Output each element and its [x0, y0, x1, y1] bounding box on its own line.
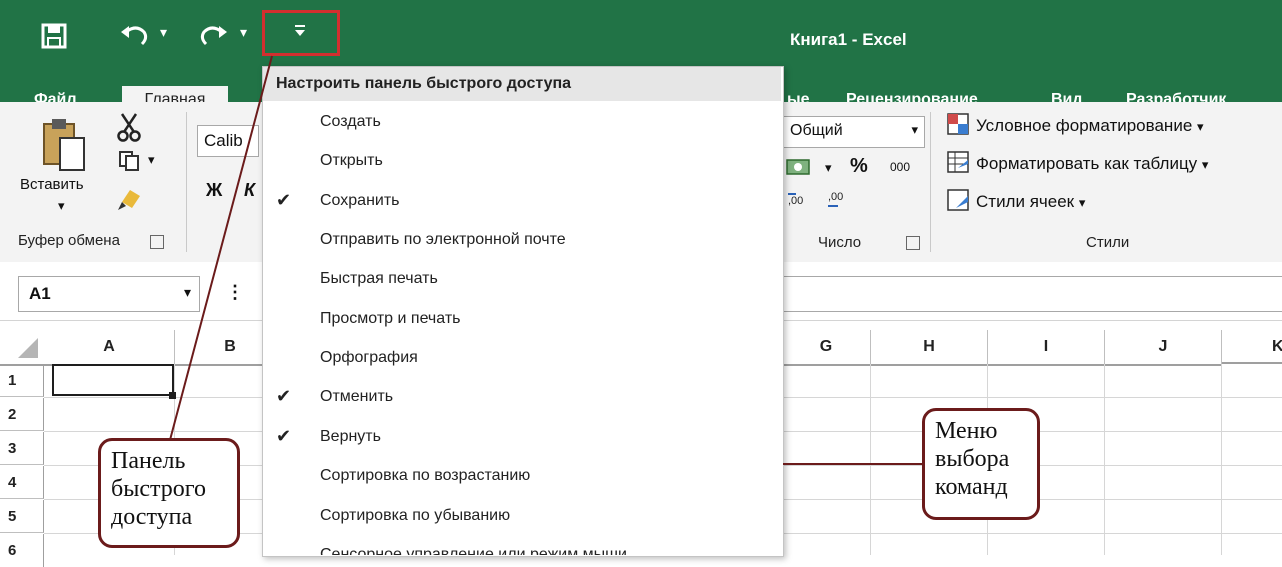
callout-line: доступа	[111, 504, 193, 530]
callout-quick-access: Панель быстрого доступа	[98, 438, 240, 548]
callout-line: Панель	[111, 448, 186, 474]
callout-line: быстрого	[111, 476, 207, 502]
callout-command-menu: Меню выбора команд	[922, 408, 1040, 520]
callout-line: Меню	[935, 418, 998, 444]
callout-line: команд	[935, 474, 1008, 500]
callout-line: выбора	[935, 446, 1010, 472]
